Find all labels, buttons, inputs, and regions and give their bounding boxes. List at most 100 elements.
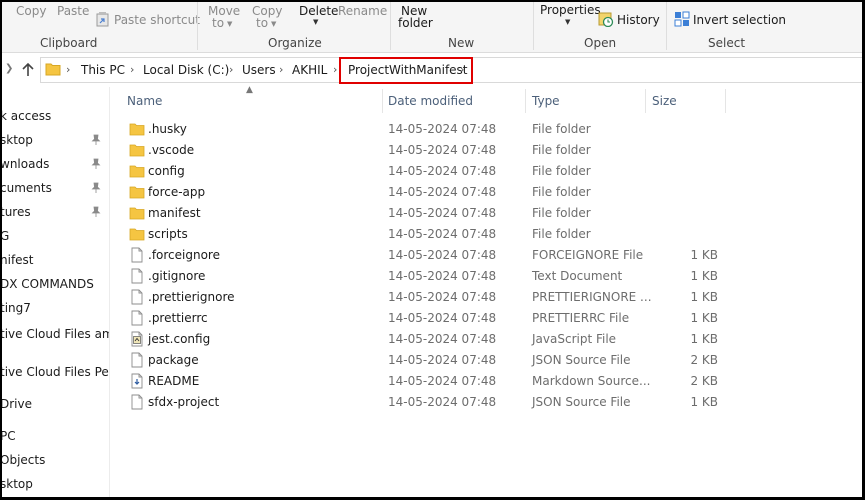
nav-item[interactable]: G — [0, 229, 9, 243]
breadcrumb-chevron-icon[interactable]: › — [229, 63, 233, 76]
nav-item[interactable]: wnloads — [0, 157, 49, 171]
file-date-modified: 14-05-2024 07:48 — [388, 227, 497, 241]
file-row[interactable]: jest.config 14-05-2024 07:48 JavaScript Fi… — [112, 329, 862, 350]
file-type: JSON Source File — [532, 395, 631, 409]
pin-icon[interactable] — [91, 158, 101, 170]
navigation-pane: k access sktop wnloads cuments tures Gnifest D… — [0, 87, 110, 497]
breadcrumb-akhil[interactable]: AKHIL — [292, 63, 327, 77]
file-date-modified: 14-05-2024 07:48 — [388, 185, 497, 199]
nav-item[interactable]: tive Cloud Files Pers — [0, 365, 109, 379]
nav-item[interactable]: sktop — [0, 477, 33, 491]
nav-item[interactable]: k access — [0, 109, 51, 123]
breadcrumb-this-pc[interactable]: This PC — [81, 63, 125, 77]
file-date-modified: 14-05-2024 07:48 — [388, 332, 497, 346]
recent-locations-chevron-icon[interactable]: ❯ — [5, 63, 13, 74]
chevron-down-icon[interactable]: ▼ — [313, 18, 318, 26]
up-arrow-icon[interactable] — [20, 62, 36, 78]
rename-button[interactable]: Rename — [338, 4, 387, 18]
history-button[interactable]: History — [617, 13, 660, 27]
delete-button[interactable]: Delete — [299, 4, 338, 18]
file-name: package — [148, 353, 199, 367]
breadcrumb-highlight-box — [339, 57, 473, 84]
file-name: .forceignore — [148, 248, 220, 262]
breadcrumb-chevron-icon[interactable]: › — [279, 63, 283, 76]
nav-item[interactable]: Drive — [0, 397, 32, 411]
pin-icon[interactable] — [91, 206, 101, 218]
file-name: manifest — [148, 206, 201, 220]
column-divider[interactable] — [725, 89, 726, 113]
ribbon-divider — [390, 2, 391, 50]
chevron-down-icon: ▼ — [227, 19, 233, 28]
nav-item[interactable]: DX COMMANDS — [0, 277, 94, 291]
paste-shortcut-button[interactable]: Paste shortcut — [114, 13, 200, 27]
file-date-modified: 14-05-2024 07:48 — [388, 143, 497, 157]
pin-icon[interactable] — [91, 134, 101, 146]
file-row[interactable]: sfdx-project 14-05-2024 07:48 JSON Source … — [112, 392, 862, 413]
column-divider[interactable] — [525, 89, 526, 113]
nav-item[interactable]: cuments — [0, 181, 52, 195]
paste-button[interactable]: Paste — [57, 4, 89, 18]
breadcrumb-chevron-icon[interactable]: › — [333, 63, 337, 76]
file-type: File folder — [532, 122, 591, 136]
file-row[interactable]: .vscode 14-05-2024 07:48 File folder — [112, 140, 862, 161]
column-divider[interactable] — [382, 89, 383, 113]
file-row[interactable]: package 14-05-2024 07:48 JSON Source File 2… — [112, 350, 862, 371]
file-date-modified: 14-05-2024 07:48 — [388, 206, 497, 220]
chevron-down-icon: ▼ — [271, 19, 277, 28]
ribbon: Copy Paste Paste shortcut Clipboard Move… — [0, 0, 865, 53]
copy-button[interactable]: Copy — [16, 4, 46, 18]
column-divider[interactable] — [645, 89, 646, 113]
breadcrumb-chevron-icon[interactable]: › — [130, 63, 134, 76]
column-header-size[interactable]: Size — [652, 94, 677, 108]
file-row[interactable]: config 14-05-2024 07:48 File folder — [112, 161, 862, 182]
file-size: 1 KB — [690, 311, 718, 325]
properties-button[interactable]: Properties — [540, 3, 601, 17]
file-row[interactable]: .husky 14-05-2024 07:48 File folder — [112, 119, 862, 140]
file-name: README — [148, 374, 200, 388]
column-header-name[interactable]: Name — [127, 94, 162, 108]
ribbon-divider — [197, 2, 198, 50]
nav-item[interactable]: ting7 — [0, 301, 31, 315]
pin-icon[interactable] — [91, 182, 101, 194]
nav-item[interactable]: tures — [0, 205, 31, 219]
file-row[interactable]: scripts 14-05-2024 07:48 File folder — [112, 224, 862, 245]
file-size: 1 KB — [690, 290, 718, 304]
open-group-label: Open — [584, 36, 617, 50]
file-name: jest.config — [148, 332, 211, 346]
nav-item[interactable]: tive Cloud Files am — [0, 327, 109, 341]
invert-selection-button[interactable]: Invert selection — [693, 13, 786, 27]
file-date-modified: 14-05-2024 07:48 — [388, 353, 497, 367]
file-row[interactable]: .prettierrc 14-05-2024 07:48 PRETTIERRC Fi… — [112, 308, 862, 329]
file-row[interactable]: .forceignore 14-05-2024 07:48 FORCEIGNORE … — [112, 245, 862, 266]
file-name: sfdx-project — [148, 395, 220, 409]
file-row[interactable]: .prettierignore 14-05-2024 07:48 PRETTIERI… — [112, 287, 862, 308]
file-row[interactable]: .gitignore 14-05-2024 07:48 Text Document 1… — [112, 266, 862, 287]
nav-item[interactable]: sktop — [0, 133, 33, 147]
breadcrumb-chevron-icon[interactable]: › — [66, 63, 70, 76]
file-icon — [131, 289, 143, 305]
nav-item[interactable]: Objects — [0, 453, 45, 467]
file-date-modified: 14-05-2024 07:48 — [388, 374, 497, 388]
file-row[interactable]: manifest 14-05-2024 07:48 File folder — [112, 203, 862, 224]
file-size: 1 KB — [690, 269, 718, 283]
file-type: File folder — [532, 164, 591, 178]
breadcrumb-local-disk[interactable]: Local Disk (C:) — [143, 63, 229, 77]
organize-group-label: Organize — [268, 36, 322, 50]
file-date-modified: 14-05-2024 07:48 — [388, 311, 497, 325]
file-date-modified: 14-05-2024 07:48 — [388, 395, 497, 409]
column-header-type[interactable]: Type — [532, 94, 560, 108]
nav-item[interactable]: nifest — [0, 253, 34, 267]
column-header-date-modified[interactable]: Date modified — [388, 94, 473, 108]
file-row[interactable]: force-app 14-05-2024 07:48 File folder — [112, 182, 862, 203]
nav-item[interactable]: PC — [0, 429, 16, 443]
file-name: scripts — [148, 227, 188, 241]
file-type: File folder — [532, 185, 591, 199]
chevron-down-icon[interactable]: ▼ — [565, 18, 570, 26]
file-type: JSON Source File — [532, 353, 631, 367]
folder-icon — [129, 123, 145, 136]
file-row[interactable]: README 14-05-2024 07:48 Markdown Source...… — [112, 371, 862, 392]
ribbon-divider — [533, 2, 534, 50]
file-type: FORCEIGNORE File — [532, 248, 644, 262]
ribbon-divider — [666, 2, 667, 50]
breadcrumb-users[interactable]: Users — [242, 63, 276, 77]
